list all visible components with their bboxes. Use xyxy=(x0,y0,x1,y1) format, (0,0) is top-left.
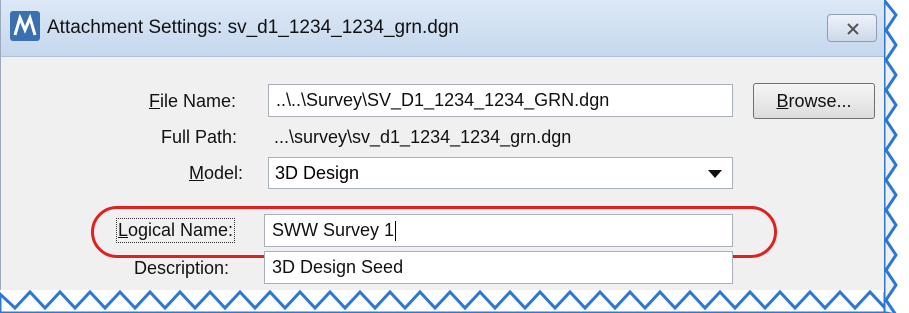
file-name-label-text: ile Name: xyxy=(160,91,237,111)
dropdown-arrow-icon[interactable] xyxy=(708,170,722,178)
full-path-label: Full Path: xyxy=(161,127,238,147)
title-bar[interactable]: Attachment Settings: sv_d1_1234_1234_grn… xyxy=(1,0,886,57)
model-label-text: odel: xyxy=(204,163,244,183)
close-icon xyxy=(847,23,859,35)
torn-right-edge xyxy=(884,0,909,313)
model-label: Model: xyxy=(189,163,243,184)
description-label: Description: xyxy=(134,258,230,278)
file-name-value: ..\..\Survey\SV_D1_1234_1234_GRN.dgn xyxy=(276,90,610,110)
microstation-app-icon xyxy=(10,11,40,41)
file-name-label-mnemonic: F xyxy=(149,91,160,111)
full-path-value: ...\survey\sv_d1_1234_1234_grn.dgn xyxy=(274,127,572,147)
file-name-label: File Name: xyxy=(149,91,236,112)
model-dropdown[interactable]: 3D Design xyxy=(268,157,733,189)
torn-bottom-edge xyxy=(0,289,885,313)
attachment-settings-dialog: Attachment Settings: sv_d1_1234_1234_grn… xyxy=(0,0,886,313)
model-selected-value: 3D Design xyxy=(275,163,360,183)
description-value: 3D Design Seed xyxy=(272,257,404,277)
window-title: Attachment Settings: sv_d1_1234_1234_grn… xyxy=(47,17,459,38)
close-button[interactable] xyxy=(827,14,877,42)
model-label-mnemonic: M xyxy=(189,163,204,183)
browse-button[interactable]: Browse... xyxy=(753,83,875,119)
file-name-field[interactable]: ..\..\Survey\SV_D1_1234_1234_GRN.dgn xyxy=(268,84,733,117)
browse-label: rowse... xyxy=(788,91,852,111)
browse-mnemonic: B xyxy=(776,91,789,111)
